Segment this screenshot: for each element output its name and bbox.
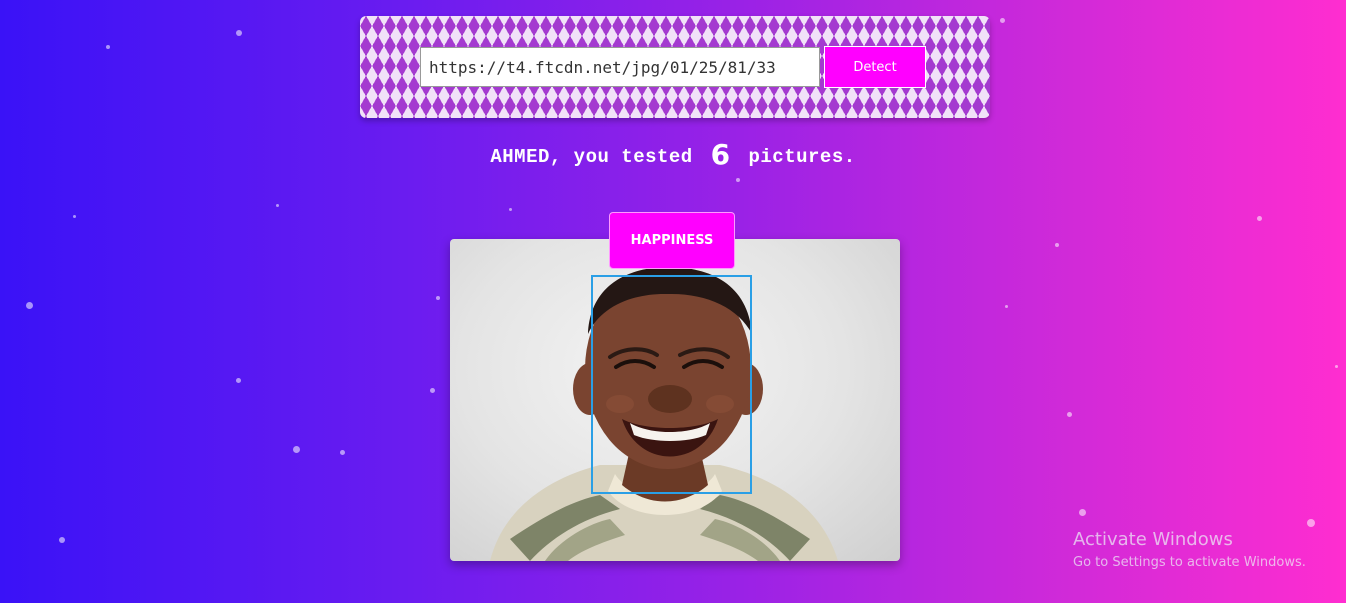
particle [736, 178, 740, 182]
windows-activation-watermark: Activate Windows Go to Settings to activ… [1073, 529, 1306, 570]
particle [1335, 365, 1338, 368]
face-detection-box [591, 275, 752, 494]
particle [340, 450, 345, 455]
particle [436, 296, 440, 300]
greeting-suffix: pictures. [748, 146, 856, 168]
particle [430, 388, 435, 393]
particle [293, 446, 300, 453]
particle [276, 204, 279, 207]
particle [236, 378, 241, 383]
particle [106, 45, 110, 49]
greeting-prefix: , you tested [549, 146, 693, 168]
emotion-label: HAPPINESS [630, 233, 714, 248]
url-form-panel: Detect [360, 16, 990, 118]
particle [1005, 305, 1008, 308]
user-name: AHMED [490, 146, 550, 168]
particle [509, 208, 512, 211]
particle [236, 30, 242, 36]
watermark-subtitle: Go to Settings to activate Windows. [1073, 555, 1306, 570]
particle [73, 215, 76, 218]
test-count-message: AHMED, you tested 6 pictures. [0, 138, 1346, 171]
image-url-input[interactable] [420, 47, 820, 87]
particle [1257, 216, 1262, 221]
tested-count: 6 [710, 138, 731, 171]
particle [1307, 519, 1315, 527]
particle [1000, 18, 1005, 23]
particle [26, 302, 33, 309]
emotion-label-badge: HAPPINESS [609, 212, 735, 269]
url-form: Detect [420, 46, 926, 88]
particle [1055, 243, 1059, 247]
particle [1079, 509, 1086, 516]
particle [1067, 412, 1072, 417]
watermark-title: Activate Windows [1073, 529, 1233, 550]
detect-button[interactable]: Detect [824, 46, 926, 88]
particle [59, 537, 65, 543]
